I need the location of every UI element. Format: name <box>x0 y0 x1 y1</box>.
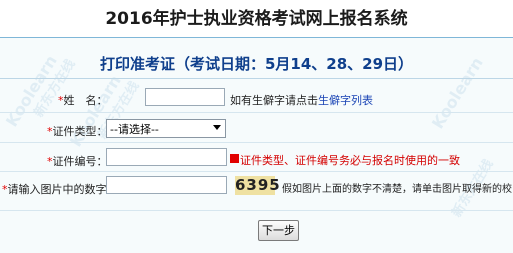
row-divider <box>0 210 513 211</box>
captcha-input[interactable] <box>106 176 227 194</box>
captcha-hint: 假如图片上面的数字不清楚，请单击图片取得新的校验码 <box>282 184 512 195</box>
page-title: 2016年护士执业资格考试网上报名系统 <box>105 9 408 29</box>
name-label: *姓 名： <box>58 94 108 107</box>
name-input[interactable] <box>145 88 225 106</box>
error-icon <box>230 154 239 163</box>
row-divider <box>0 171 513 172</box>
divider <box>0 78 513 79</box>
chevron-down-icon <box>213 125 221 130</box>
id-type-label: *证件类型： <box>47 125 108 138</box>
id-number-input[interactable] <box>106 148 227 166</box>
rare-char-hint: 如有生僻字请点击生僻字列表 <box>230 94 373 107</box>
captcha-image[interactable]: 6395 <box>235 176 280 195</box>
id-number-label: *证件编号： <box>47 155 108 168</box>
captcha-label: *请输入图片中的数字： <box>2 183 118 196</box>
row-divider <box>0 142 513 143</box>
rare-char-list-link[interactable]: 生僻字列表 <box>318 94 373 107</box>
next-step-button[interactable]: 下一步 <box>258 220 299 241</box>
row-divider <box>0 112 513 113</box>
print-admission-title: 打印准考证（考试日期：5月14、28、29日） <box>99 55 414 73</box>
id-number-error: 证件类型、证件编号务必与报名时使用的一致 <box>240 154 460 167</box>
id-type-select[interactable]: --请选择-- <box>106 119 226 138</box>
